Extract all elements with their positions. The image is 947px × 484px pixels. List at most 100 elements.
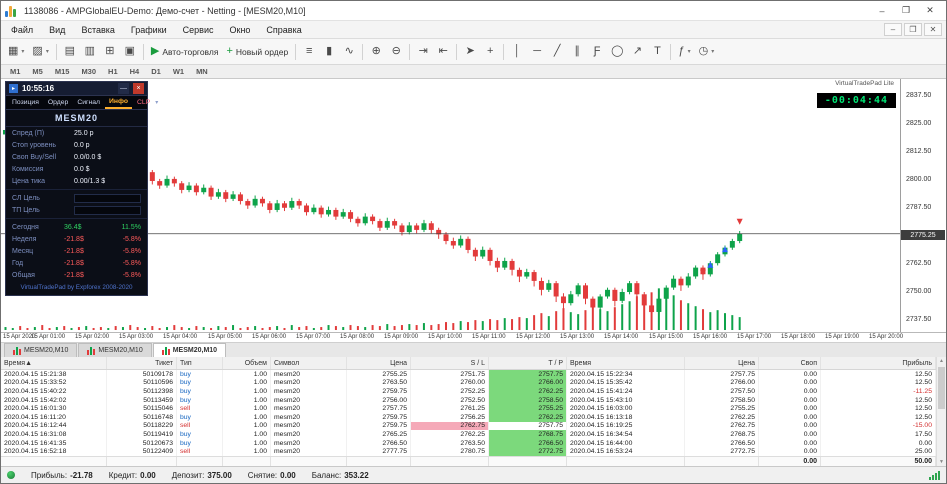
toolbar-button-crosshair[interactable]: + [480,42,500,62]
time-axis-label: 15 Apr 14:00 [604,334,639,340]
timeframe-mn[interactable]: MN [190,66,214,77]
toolbar-button-new-order[interactable]: + Новый ордер [222,42,292,62]
time-axis[interactable]: 15 Apr 2020 15 Apr 01:00 15 Apr 02:00 15 Ap… [1,332,946,342]
vtp-tab-position[interactable]: Позиция [8,97,43,108]
toolbar-button-timeframes-menu[interactable]: ◷ ▾ [695,42,719,62]
table-row[interactable]: 2020.04.15 15:21:38 50109178 buy 1.00 mesm20… [1,370,936,379]
chart-tab-2[interactable]: MESM20,M10 [78,343,152,357]
table-cell: 2762.25 [685,412,759,422]
table-row[interactable]: 2020.04.15 16:31:08 50119419 buy 1.00 mesm20… [1,430,936,439]
column-header-11[interactable]: Своп [759,357,821,369]
menu-item-tools[interactable]: Сервис [175,23,222,37]
price-axis[interactable]: 2837.50 2825.00 2812.50 2800.00 2787.50 2775.… [901,79,946,332]
toolbar-button-market-watch[interactable]: ▤ [60,42,80,62]
column-header-2[interactable]: Тикет [107,357,177,369]
toolbar-button-horizontal-line[interactable]: ─ [527,42,547,62]
column-header-4[interactable]: Объем [223,357,271,369]
menu-item-view[interactable]: Вид [41,23,73,37]
timeframe-m5[interactable]: M5 [26,66,48,77]
vtp-tab-info[interactable]: Инфо [105,96,133,109]
toolbar-button-shapes[interactable]: ◯ [607,42,627,62]
column-header-1[interactable]: Время ▲ [1,357,107,369]
table-cell: 50118229 [107,421,177,431]
toolbar-button-text[interactable]: T [647,42,667,62]
table-row[interactable]: 2020.04.15 15:33:52 50110596 buy 1.00 mesm20… [1,378,936,388]
toolbar-button-bars[interactable]: ≡ [299,42,319,62]
toolbar-button-arrows[interactable]: ↗ [627,42,647,62]
chart-plot[interactable]: ▸ 10:55:16 — × Позиция Ордер Сигнал Инфо CLP… [1,79,901,332]
vtp-info-section: Спред (П) 25.0 p Стоп уровень 0.0 p Своп Buy… [6,127,147,187]
timeframe-m30[interactable]: M30 [75,66,102,77]
vtp-minimize-button[interactable]: — [118,83,129,94]
toolbar-button-new-chart[interactable]: ▦ ▾ [4,42,28,62]
timeframe-h4[interactable]: H4 [124,66,146,77]
table-row[interactable]: 2020.04.15 15:40:22 50112398 buy 1.00 mesm20… [1,387,936,396]
timeframe-w1[interactable]: W1 [167,66,190,77]
column-header-5[interactable]: Символ [271,357,347,369]
sl-target-field[interactable] [74,193,141,203]
toolbar-button-auto-scroll[interactable]: ⇥ [413,42,433,62]
menu-item-file[interactable]: Файл [3,23,41,37]
toolbar-button-trendline[interactable]: ╱ [547,42,567,62]
menu-item-help[interactable]: Справка [258,23,309,37]
menu-item-window[interactable]: Окно [222,23,259,37]
vtp-footer-link[interactable]: VirtualTradePad by Expforex 2008-2020 [6,281,147,295]
column-header-7[interactable]: S / L [411,357,489,369]
chevron-down-icon[interactable]: ▾ [155,99,158,106]
menu-item-charts[interactable]: Графики [123,23,175,37]
chart-tab-3[interactable]: MESM20,M10 [152,343,227,357]
toolbar-button-toolbox[interactable]: ▣ [120,42,140,62]
mdi-close-button[interactable]: ✕ [924,23,942,36]
timeframe-m15[interactable]: M15 [49,66,76,77]
table-row[interactable]: 2020.04.15 16:11:20 50116748 buy 1.00 mesm20… [1,412,936,422]
column-header-3[interactable]: Тип [177,357,223,369]
toolbar-button-zoom-in[interactable]: ⊕ [366,42,386,62]
vtp-close-button[interactable]: × [133,83,144,94]
vtp-tab-clp[interactable]: CLP [133,97,154,108]
toolbar-button-chart-shift[interactable]: ⇤ [433,42,453,62]
table-row[interactable]: 2020.04.15 16:01:30 50115046 sell 1.00 mesm2… [1,404,936,413]
table-row[interactable]: 2020.04.15 15:42:02 50113459 buy 1.00 mesm20… [1,395,936,405]
vtp-title-bar[interactable]: ▸ 10:55:16 — × [6,82,147,96]
toolbar-button-zoom-out[interactable]: ⊖ [386,42,406,62]
toolbar-button-candles[interactable]: ▮ [319,42,339,62]
table-scrollbar[interactable]: ▲ ▼ [936,357,946,466]
column-header-8[interactable]: T / P [489,357,567,369]
chart-tab-1[interactable]: MESM20,M10 [4,343,78,357]
toolbar-button-cursor[interactable]: ➤ [460,42,480,62]
timeframe-h1[interactable]: H1 [102,66,124,77]
new-chart-icon: ▦ [8,45,19,57]
timeframe-d1[interactable]: D1 [145,66,167,77]
scroll-down-icon[interactable]: ▼ [939,459,944,465]
timeframe-m1[interactable]: M1 [4,66,26,77]
table-row[interactable]: 2020.04.15 16:41:35 50120673 buy 1.00 mesm20… [1,438,936,448]
chart-shift-icon: ⇤ [438,45,448,57]
scroll-up-icon[interactable]: ▲ [939,358,944,364]
vtp-tab-signal[interactable]: Сигнал [73,97,104,108]
toolbar-button-auto-trading[interactable]: ▶ Авто-торговля [147,42,223,62]
mdi-restore-button[interactable]: ❐ [904,23,922,36]
close-button[interactable]: ✕ [918,3,942,19]
toolbar-button-profiles[interactable]: ▨ ▾ [28,42,52,62]
column-header-9[interactable]: Время [567,357,685,369]
minimize-button[interactable]: – [870,3,894,19]
toolbar-button-channel[interactable]: ∥ [567,42,587,62]
menu-item-insert[interactable]: Вставка [73,23,122,37]
table-row[interactable]: 2020.04.15 16:12:44 50118229 sell 1.00 mesm2… [1,421,936,431]
toolbar-button-vertical-line[interactable]: │ [507,42,527,62]
vtp-lite-badge[interactable]: VirtualTradePad Lite [835,80,894,87]
mdi-minimize-button[interactable]: – [884,23,902,36]
tp-target-field[interactable] [74,205,141,215]
toolbar-button-indicators[interactable]: ƒ ▾ [674,42,694,62]
column-header-6[interactable]: Цена [347,357,411,369]
toolbar-button-data-window[interactable]: ▥ [80,42,100,62]
toolbar-button-navigator[interactable]: ⊞ [100,42,120,62]
column-header-12[interactable]: Прибыль [821,357,936,369]
table-row[interactable]: 2020.04.15 16:52:18 50122409 sell 1.00 mesm2… [1,447,936,456]
scrollbar-thumb[interactable] [938,367,945,409]
column-header-10[interactable]: Цена [685,357,759,369]
vtp-tab-order[interactable]: Ордер [44,97,72,108]
toolbar-button-fibonacci[interactable]: Ƒ [587,42,607,62]
restore-button[interactable]: ❐ [894,3,918,19]
toolbar-button-line-chart[interactable]: ∿ [339,42,359,62]
